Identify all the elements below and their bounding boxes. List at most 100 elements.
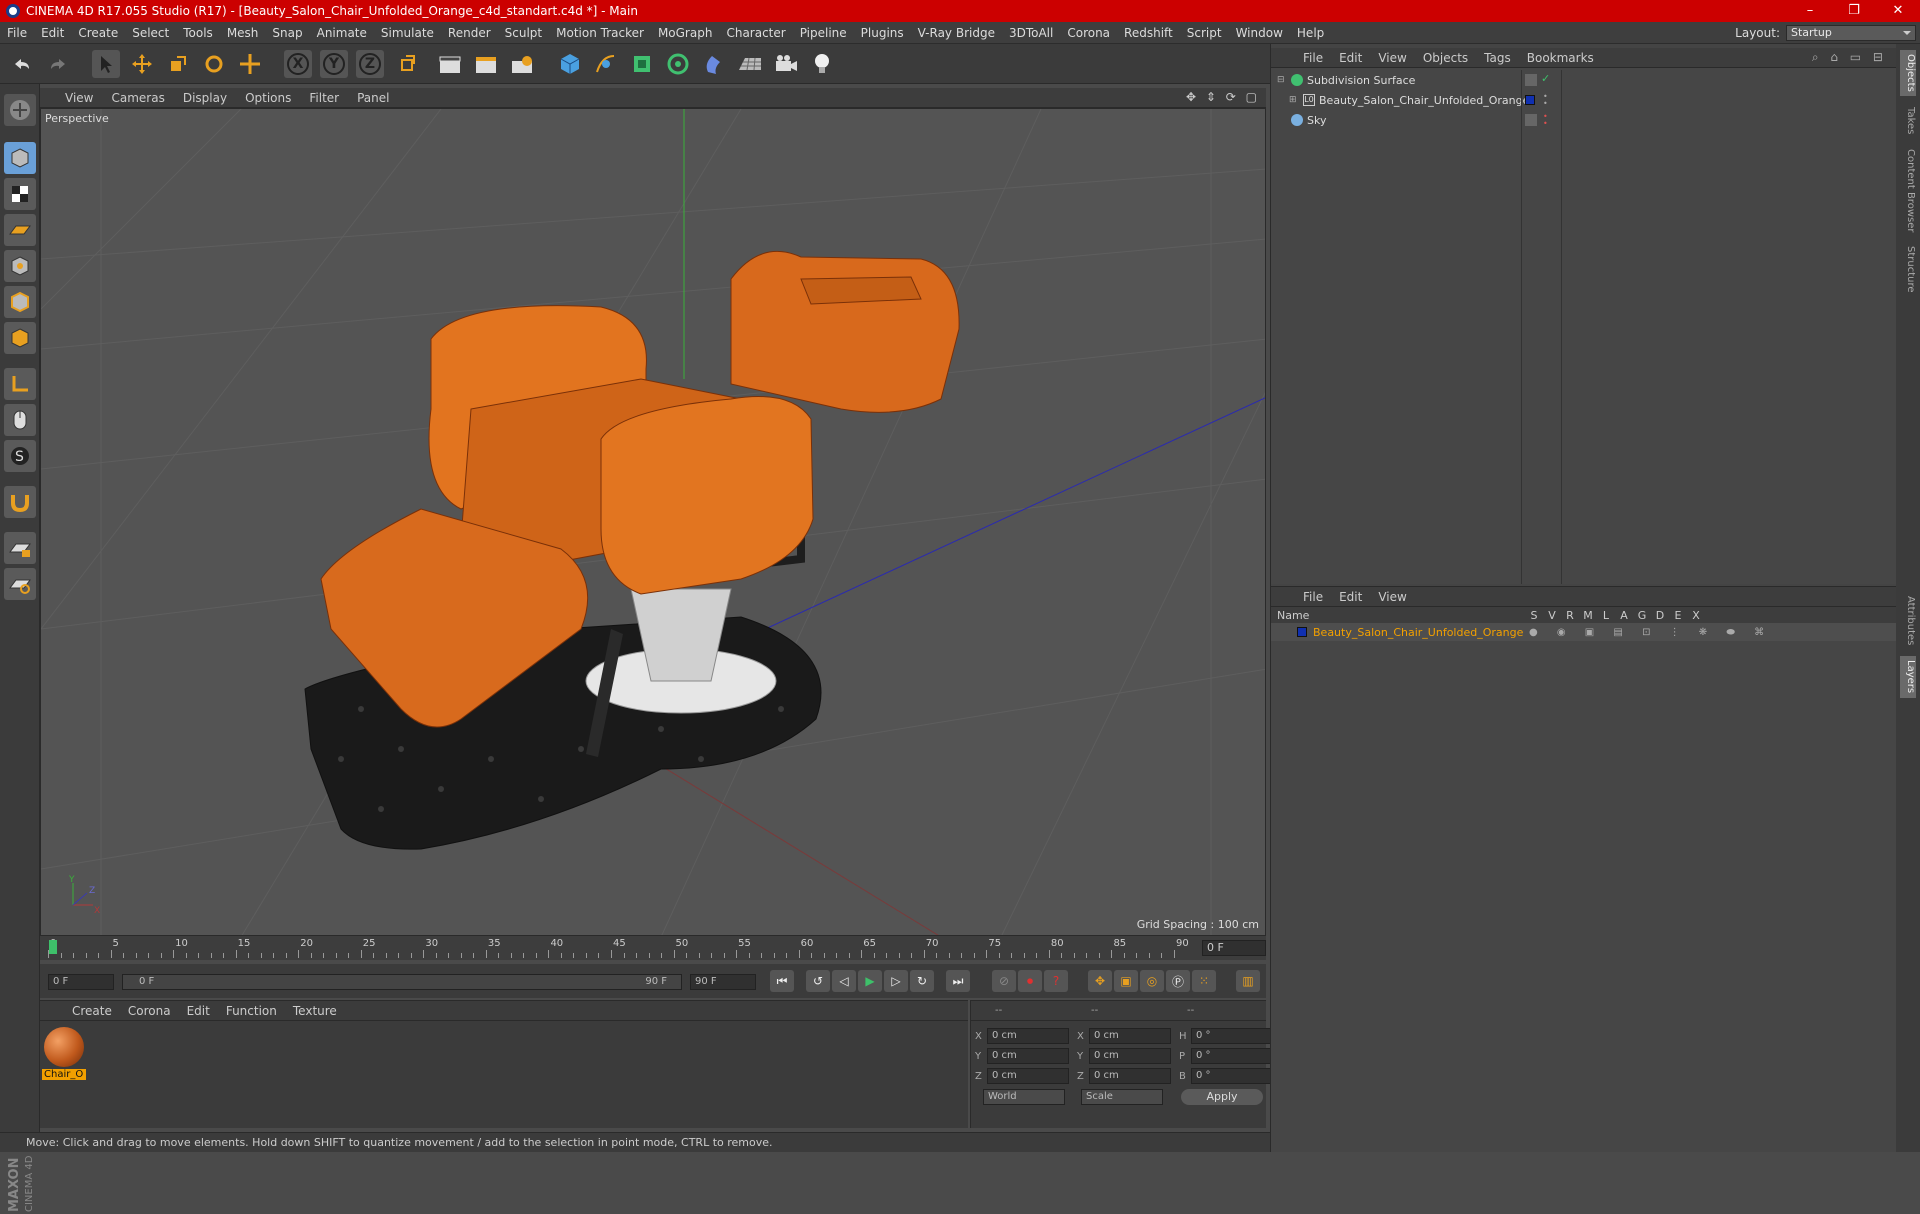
menu-3dtoall[interactable]: 3DToAll	[1002, 22, 1060, 44]
column-xrefs[interactable]: X	[1687, 609, 1705, 622]
current-frame-field[interactable]: 0 F	[1202, 940, 1266, 956]
edges-mode-button[interactable]	[4, 286, 36, 318]
transform-tool-button[interactable]	[236, 50, 264, 78]
viewport-menu-display[interactable]: Display	[174, 91, 236, 105]
layers-menu-edit[interactable]: Edit	[1331, 590, 1370, 604]
layers-menu-view[interactable]: View	[1370, 590, 1414, 604]
collapse-icon[interactable]: ⊟	[1277, 75, 1287, 85]
next-keyframe-button[interactable]: ↻	[910, 970, 934, 992]
add-cube-button[interactable]	[556, 50, 584, 78]
objects-menu-file[interactable]: File	[1295, 51, 1331, 65]
column-render[interactable]: R	[1561, 609, 1579, 622]
editor-visibility-icon[interactable]	[1525, 114, 1537, 126]
menu-window[interactable]: Window	[1229, 22, 1290, 44]
apply-button[interactable]: Apply	[1181, 1089, 1263, 1105]
coord-system-dropdown[interactable]: World	[983, 1089, 1065, 1105]
layer-row[interactable]: Beauty_Salon_Chair_Unfolded_Orange ● ◉ ▣…	[1271, 623, 1897, 641]
layer-toggle-icons[interactable]: ● ◉ ▣ ▤ ⊡ ⋮ ❋ ⬬ ⌘	[1529, 627, 1772, 638]
size-z-field[interactable]: 0 cm	[1089, 1068, 1171, 1084]
points-mode-button[interactable]	[4, 250, 36, 282]
menu-render[interactable]: Render	[441, 22, 498, 44]
material-menu-corona[interactable]: Corona	[120, 1004, 179, 1018]
play-button[interactable]: ▶	[858, 970, 882, 992]
objects-menu-tags[interactable]: Tags	[1476, 51, 1519, 65]
expand-icon[interactable]: ⊞	[1289, 95, 1299, 105]
add-array-button[interactable]	[664, 50, 692, 78]
viewport-navigation-icons[interactable]: ✥ ⇕ ⟳ ▢	[1186, 90, 1260, 104]
menu-help[interactable]: Help	[1290, 22, 1331, 44]
layout-dropdown[interactable]: Startup	[1786, 25, 1916, 41]
timeline-window-button[interactable]: ▥	[1236, 970, 1260, 992]
material-menu-texture[interactable]: Texture	[285, 1004, 345, 1018]
perspective-viewport[interactable]: Perspective Y Z X Grid Spacing : 100 cm	[40, 108, 1266, 936]
column-animation[interactable]: A	[1615, 609, 1633, 622]
menu-create[interactable]: Create	[71, 22, 125, 44]
key-parameter-button[interactable]: Ⓟ	[1166, 970, 1190, 992]
timeline-playhead[interactable]	[49, 940, 57, 954]
rotation-h-field[interactable]: 0 °	[1191, 1028, 1273, 1044]
viewport-menu-filter[interactable]: Filter	[300, 91, 348, 105]
key-scale-button[interactable]: ▣	[1114, 970, 1138, 992]
menu-animate[interactable]: Animate	[310, 22, 374, 44]
auto-keying-button[interactable]: ⏺	[1018, 970, 1042, 992]
tab-attributes[interactable]: Attributes	[1900, 592, 1916, 650]
size-x-field[interactable]: 0 cm	[1089, 1028, 1171, 1044]
menu-file[interactable]: File	[0, 22, 34, 44]
enabled-check-icon[interactable]: ✓	[1541, 72, 1550, 85]
add-spline-button[interactable]	[592, 50, 620, 78]
column-view[interactable]: V	[1543, 609, 1561, 622]
timeline-ruler[interactable]: 051015202530354045505560657075808590 0 F	[40, 936, 1266, 960]
object-row-chair[interactable]: ⊞ L0 Beauty_Salon_Chair_Unfolded_Orange …	[1271, 90, 1897, 110]
start-frame-field[interactable]: 0 F	[48, 974, 114, 990]
scale-tool-button[interactable]	[164, 50, 192, 78]
layer-color-swatch[interactable]	[1297, 627, 1307, 637]
menu-snap[interactable]: Snap	[265, 22, 309, 44]
objects-menu-edit[interactable]: Edit	[1331, 51, 1370, 65]
redo-button[interactable]	[44, 50, 72, 78]
add-light-button[interactable]	[808, 50, 836, 78]
column-deformers[interactable]: D	[1651, 609, 1669, 622]
rotation-p-field[interactable]: 0 °	[1191, 1048, 1273, 1064]
material-menu-edit[interactable]: Edit	[179, 1004, 218, 1018]
undo-button[interactable]	[8, 50, 36, 78]
add-deformer-button[interactable]	[700, 50, 728, 78]
frame-range-slider[interactable]: 0 F 90 F	[122, 974, 682, 990]
menu-corona[interactable]: Corona	[1060, 22, 1117, 44]
visibility-dots-icon[interactable]: • •	[1543, 113, 1548, 128]
tweak-mode-button[interactable]	[4, 404, 36, 436]
menu-plugins[interactable]: Plugins	[854, 22, 911, 44]
select-tool-button[interactable]	[92, 50, 120, 78]
render-view-button[interactable]	[436, 50, 464, 78]
position-z-field[interactable]: 0 cm	[987, 1068, 1069, 1084]
move-tool-button[interactable]	[128, 50, 156, 78]
object-row-subdivision[interactable]: ⊟ Subdivision Surface ✓	[1271, 70, 1897, 90]
objects-menu-view[interactable]: View	[1370, 51, 1414, 65]
objects-menu-objects[interactable]: Objects	[1415, 51, 1476, 65]
menu-character[interactable]: Character	[719, 22, 792, 44]
key-rotation-button[interactable]: ◎	[1140, 970, 1164, 992]
menu-sculpt[interactable]: Sculpt	[498, 22, 549, 44]
add-floor-button[interactable]	[736, 50, 764, 78]
previous-keyframe-button[interactable]: ↺	[806, 970, 830, 992]
go-to-end-button[interactable]: ⏭	[946, 970, 970, 992]
viewport-menu-view[interactable]: View	[56, 91, 102, 105]
render-settings-button[interactable]	[508, 50, 536, 78]
make-editable-button[interactable]	[4, 94, 36, 126]
menu-motion-tracker[interactable]: Motion Tracker	[549, 22, 651, 44]
keyframe-selection-button[interactable]: ?	[1044, 970, 1068, 992]
polygons-mode-button[interactable]	[4, 322, 36, 354]
snap-button[interactable]: S	[4, 440, 36, 472]
key-position-button[interactable]: ✥	[1088, 970, 1112, 992]
y-axis-toggle[interactable]: Y	[320, 50, 348, 78]
axis-mode-button[interactable]	[4, 368, 36, 400]
menu-simulate[interactable]: Simulate	[374, 22, 441, 44]
viewport-menu-options[interactable]: Options	[236, 91, 300, 105]
material-swatch[interactable]: Chair_O	[42, 1025, 86, 1081]
tab-structure[interactable]: Structure	[1900, 242, 1916, 296]
object-row-sky[interactable]: Sky • •	[1271, 110, 1897, 130]
menu-pipeline[interactable]: Pipeline	[793, 22, 854, 44]
column-locked[interactable]: L	[1597, 609, 1615, 622]
tab-layers[interactable]: Layers	[1900, 656, 1916, 698]
coord-mode-dropdown[interactable]: Scale	[1081, 1089, 1163, 1105]
menu-vray-bridge[interactable]: V-Ray Bridge	[911, 22, 1002, 44]
